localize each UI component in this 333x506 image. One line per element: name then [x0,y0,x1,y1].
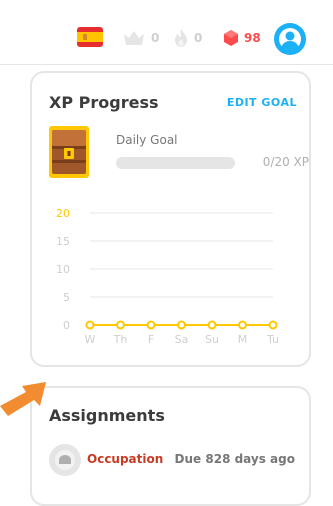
x-tick-label: Su [205,333,219,346]
x-tick-label: W [85,333,96,346]
lesson-icon [49,444,81,476]
data-point [177,320,186,330]
x-tick-label: Sa [175,333,189,346]
y-tick-label: 10 [56,263,70,276]
streak-count: 0 [194,31,203,45]
x-tick-label: Th [113,333,128,346]
assignment-name[interactable]: Occupation [87,452,163,466]
crowns-counter[interactable]: 0 [122,27,159,49]
spain-flag-icon [77,27,103,47]
data-point [85,320,95,330]
x-tick-label: F [148,333,154,346]
avatar[interactable] [274,23,306,55]
top-bar: 0 0 98 [0,0,333,66]
streak-counter[interactable]: 0 [173,27,202,49]
data-point [268,320,278,330]
crown-icon [124,31,144,45]
y-tick-label: 0 [63,319,70,332]
crowns-count: 0 [151,31,160,45]
data-point [146,320,156,330]
assignments-title: Assignments [49,406,165,425]
x-tick-label: Tu [266,333,279,346]
gems-count: 98 [244,31,261,45]
xp-line-chart: 0 5 10 15 20 W Th F Sa Su M Tu [56,207,279,346]
y-tick-label: 15 [56,235,70,248]
xp-progress-card: XP Progress EDIT GOAL Daily Goal 0/20 XP… [30,71,311,367]
y-tick-label: 5 [63,291,70,304]
language-flag-button[interactable] [77,27,103,47]
flame-icon [175,29,187,47]
data-point [116,320,125,330]
pointer-arrow-icon [0,382,46,416]
gems-counter[interactable]: 98 [223,27,261,49]
header-divider [0,64,333,65]
x-tick-label: M [238,333,248,346]
data-point [238,320,247,330]
gem-icon [224,30,238,46]
y-tick-label: 20 [56,207,70,220]
assignment-item[interactable]: Occupation Due 828 days ago [49,444,295,478]
data-point [207,320,217,330]
assignment-due: Due 828 days ago [174,452,295,466]
assignments-card: Assignments Occupation Due 828 days ago [30,386,311,506]
